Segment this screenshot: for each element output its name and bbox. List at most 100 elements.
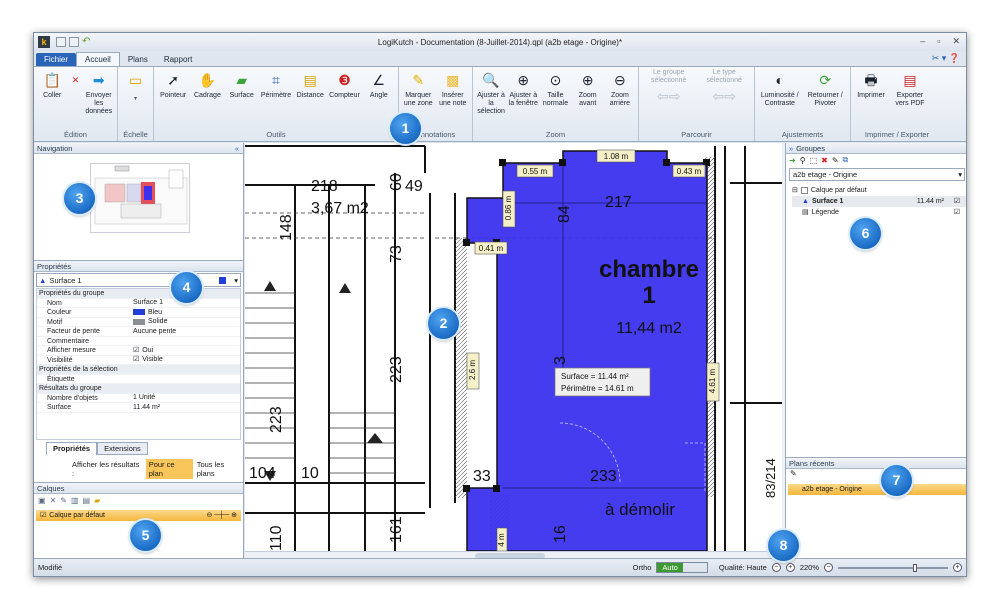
navigation-thumbnail[interactable]	[90, 163, 190, 233]
checkbox-icon[interactable]: ☑	[40, 510, 46, 521]
search-icon[interactable]: ⚲	[800, 156, 806, 165]
hand-icon: ✋	[198, 72, 217, 88]
checkbox-icon: ☑	[133, 346, 140, 354]
tab-extensions[interactable]: Extensions	[97, 442, 148, 455]
help-icon[interactable]: ✂ ▾ ❓	[932, 53, 960, 64]
highlighter-icon: ✎	[412, 72, 425, 88]
group-label-echelle: Échelle	[123, 130, 148, 139]
cut-button[interactable]: ✕	[70, 69, 82, 116]
tab-proprietes[interactable]: Propriétés	[46, 442, 98, 455]
send-data-button[interactable]: ➡ Envoyer les données	[84, 69, 115, 116]
quick-access-2[interactable]	[69, 37, 79, 47]
plan-canvas[interactable]: 218 3,67 m2 49 60 148 73 223 223 104 10 …	[245, 143, 782, 551]
plan-label: 3,67 m2	[311, 200, 369, 217]
maximize-button[interactable]: ▫	[937, 36, 940, 47]
dimension-label: 4 m	[497, 533, 506, 547]
brightness-button[interactable]: ◐ Luminosité / Contraste	[758, 69, 802, 108]
tab-rapport[interactable]: Rapport	[156, 53, 200, 66]
distance-button[interactable]: ▤ Distance	[294, 69, 326, 100]
property-row: Visibilité ☑ Visible	[37, 356, 240, 365]
browse-group-button[interactable]: Le groupe sélectionné ⇦⇨	[642, 69, 696, 108]
add-layer-icon[interactable]: ▣	[38, 496, 46, 505]
fit-selection-button[interactable]: 🔍 Ajuster à la sélection	[476, 69, 506, 116]
ribbon-tabs: Fichier Accueil Plans Rapport ✂ ▾ ❓	[34, 51, 966, 66]
zoom-slider-knob[interactable]	[913, 563, 917, 572]
plan-label: 223	[388, 356, 405, 383]
zoom-out-icon[interactable]: −	[824, 563, 833, 572]
merge-layer-icon[interactable]: ▥	[71, 496, 79, 505]
zoom-in-button[interactable]: ⊕ Zoom avant	[573, 69, 603, 116]
send-arrow-icon: ➡	[92, 72, 105, 88]
surface-button[interactable]: ▰ Surface	[226, 69, 258, 100]
insert-note-button[interactable]: ▩ Insérer une note	[437, 69, 470, 108]
rotate-button[interactable]: ⟳ Retourner / Pivoter	[804, 69, 848, 108]
close-button[interactable]: ✕	[952, 36, 960, 47]
export-pdf-button[interactable]: ▤ Exporter vers PDF	[890, 69, 930, 108]
property-grid: Propriétés du groupe Nom Surface 1 Couleu…	[36, 288, 241, 440]
dimension-label: 0.55 m	[523, 167, 548, 176]
zoom-out-button[interactable]: ⊖ Zoom arrière	[605, 69, 635, 116]
edit-icon[interactable]: ✎	[832, 156, 839, 165]
chevron-down-icon[interactable]: ▾	[958, 169, 962, 180]
mark-zone-button[interactable]: ✎ Marquer une zone	[402, 69, 435, 108]
expand-icon[interactable]: »	[789, 144, 793, 153]
group-label-parcourir: Parcourir	[681, 130, 712, 139]
tree-item-layer[interactable]: ⊟ Calque par défaut	[792, 185, 966, 196]
plan-select[interactable]: a2b etage - Origine ▾	[789, 168, 965, 181]
tree-item-legend[interactable]: ▤ Légende ☑	[792, 207, 966, 218]
split-layer-icon[interactable]: ▤	[83, 496, 91, 505]
tab-fichier[interactable]: Fichier	[36, 53, 77, 66]
angle-button[interactable]: ∠ Angle	[363, 69, 395, 100]
folder-icon[interactable]: ▰	[94, 496, 100, 505]
paste-button[interactable]: 📋 Coller	[37, 69, 68, 116]
counter-button[interactable]: ❸ Compteur	[328, 69, 360, 100]
zoom-selection-icon: 🔍	[482, 72, 500, 88]
room-number: 1	[642, 282, 655, 309]
printer-icon: 🖶	[864, 72, 878, 88]
edit-icon[interactable]: ✎	[790, 469, 797, 478]
minimize-button[interactable]: –	[920, 36, 925, 47]
crop-button[interactable]: ✋ Cadrage	[191, 69, 223, 100]
scale-button[interactable]: ▭ ▾	[121, 69, 150, 103]
zoom-slider[interactable]	[838, 563, 948, 572]
recent-toolbar: ✎	[786, 469, 966, 481]
checkbox-icon: ☑	[953, 198, 960, 205]
properties-object-select[interactable]: ▲ Surface 1 ▾	[36, 273, 241, 287]
print-button[interactable]: 🖶 Imprimer	[854, 69, 888, 108]
layers-toolbar: ▣ ✕ ✎ ▥ ▤ ▰	[34, 494, 243, 506]
group-label-outils: Outils	[266, 130, 286, 139]
pointer-button[interactable]: ➚ Pointeur	[157, 69, 189, 100]
split-icon[interactable]: ⧉	[843, 155, 849, 165]
select-icon[interactable]: ⬚	[810, 156, 818, 165]
results-all-plans[interactable]: Tous les plans	[197, 460, 243, 478]
tree-item-surface[interactable]: ▲ Surface 1 11.44 m² ☑	[792, 196, 966, 207]
demolish-label: à démolir	[605, 500, 675, 519]
browse-type-button[interactable]: Le type sélectionné ⇦⇨	[698, 69, 752, 108]
dimension-label: 4.61 m	[708, 368, 717, 393]
recent-plan-item[interactable]: a2b etage - Origine	[788, 484, 966, 495]
tab-plans[interactable]: Plans	[120, 53, 156, 66]
tab-accueil[interactable]: Accueil	[76, 52, 120, 66]
layer-item[interactable]: ☑ Calque par défaut ⊖ ─┼─ ⊕	[36, 510, 241, 521]
quality-minus-icon[interactable]: −	[771, 563, 781, 572]
zoom-in-icon[interactable]: +	[953, 563, 962, 572]
delete-icon[interactable]: ✖	[821, 156, 828, 165]
chevron-down-icon[interactable]: ▾	[234, 276, 238, 285]
delete-layer-icon[interactable]: ✕	[50, 496, 57, 505]
quality-plus-icon[interactable]: +	[785, 563, 795, 572]
perimeter-button[interactable]: ⌗ Périmètre	[260, 69, 292, 100]
undo-icon[interactable]: ↶	[82, 37, 92, 47]
ortho-toggle[interactable]: Auto	[656, 562, 708, 573]
opacity-slider[interactable]: ⊖ ─┼─ ⊕	[207, 510, 238, 521]
normal-size-button[interactable]: ⊙ Taille normale	[540, 69, 570, 116]
app-logo: k	[38, 36, 50, 48]
fit-window-button[interactable]: ⊕ Ajuster à la fenêtre	[508, 69, 538, 116]
edit-layer-icon[interactable]: ✎	[60, 496, 67, 505]
quick-access-1[interactable]	[56, 37, 66, 47]
dimension-label: 0.86 m	[504, 195, 513, 220]
results-this-plan[interactable]: Pour ce plan	[145, 459, 193, 479]
collapse-icon[interactable]: «	[235, 143, 239, 154]
plan-label: 104	[249, 465, 276, 482]
group-outils: ➚ Pointeur ✋ Cadrage ▰ Surface ⌗ Périmètre ▤…	[154, 67, 399, 141]
go-icon[interactable]: ➜	[789, 156, 796, 165]
